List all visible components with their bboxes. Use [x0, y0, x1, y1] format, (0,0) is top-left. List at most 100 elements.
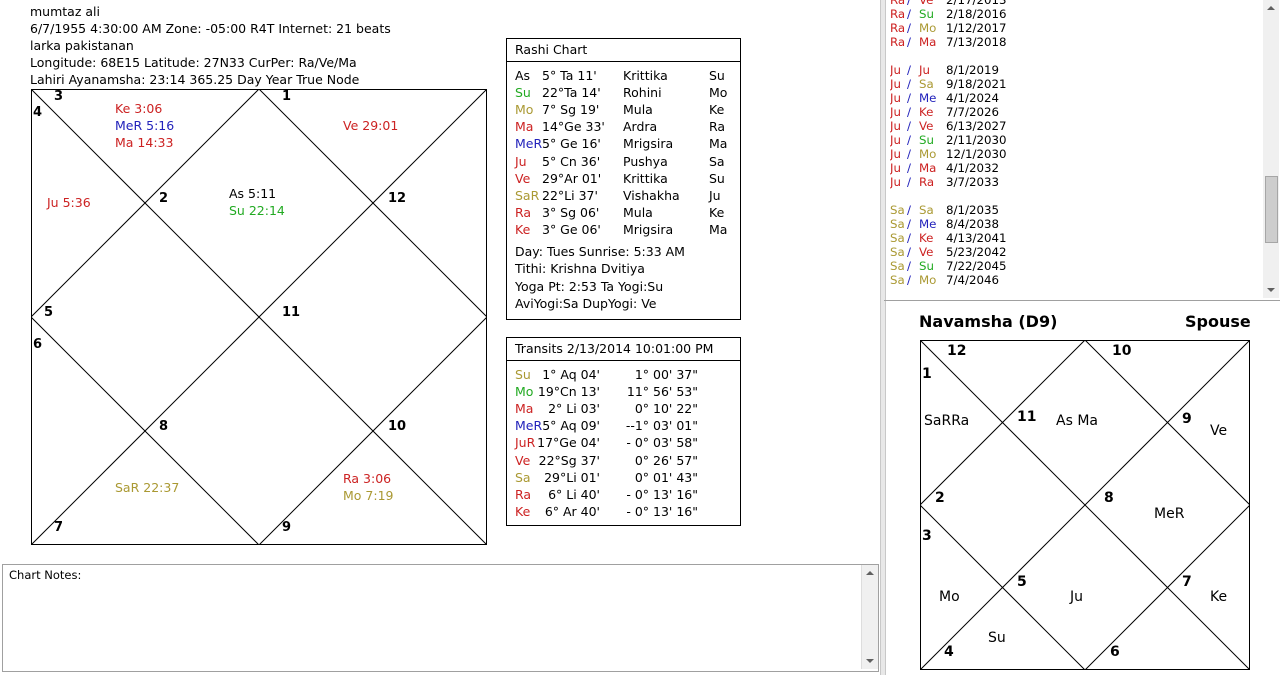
rashi-nakshatra: Mrigsira	[623, 136, 674, 152]
dasha-date: 8/1/2019	[946, 63, 999, 77]
planet-ra: Ra 3:06	[343, 471, 392, 486]
scroll-thumb[interactable]	[1265, 176, 1278, 243]
transit-planet: Ve	[515, 452, 531, 468]
transits-table: Transits 2/13/2014 10:01:00 PM Su 1° Aq 0…	[506, 337, 741, 526]
transit-planet: Su	[515, 367, 531, 382]
rashi-row: Ke 3° Ge 06' Mrigsira Ma	[515, 222, 735, 239]
dasha-lord: Ra	[890, 21, 906, 35]
rashi-planet: Ma	[515, 119, 534, 135]
dasha-scrollbar[interactable]	[1263, 0, 1279, 298]
transit-motion: --1° 03' 01"	[625, 418, 698, 434]
navamsha-house: 3	[922, 528, 932, 544]
dasha-separator: /	[907, 245, 911, 259]
rashi-planet: MeR	[515, 136, 543, 152]
dasha-sublord: Sa	[919, 203, 934, 217]
dasha-date: 5/23/2042	[946, 245, 1007, 259]
transit-degree: 22°Sg 37'	[538, 452, 600, 468]
transit-row: Ve 22°Sg 37' 0° 26' 57"	[515, 453, 735, 470]
avi-yogi: AviYogi:Sa DupYogi: Ve	[515, 296, 657, 311]
dasha-date: 2/17/2013	[946, 0, 1007, 7]
transit-degree: 6° Ar 40'	[544, 503, 600, 519]
dasha-sublord: Me	[919, 91, 937, 105]
native-name: mumtaz ali	[30, 4, 100, 19]
dasha-lord: Ra	[890, 35, 906, 49]
dasha-list[interactable]: Ra / Ve 2/17/2013 Ra / Su 2/18/2016 Ra / Mo 1/12/20…	[884, 0, 1280, 301]
planet-ke: Ke 3:06	[115, 101, 163, 116]
dasha-date: 1/12/2017	[946, 21, 1007, 35]
dasha-sublord: Sa	[919, 77, 934, 91]
rashi-nakshatra: Mula	[623, 204, 653, 220]
transit-degree: 1° Aq 04'	[542, 367, 600, 382]
dasha-date: 12/1/2030	[946, 147, 1007, 161]
ayanamsha: Lahiri Ayanamsha: 23:14 365.25 Day Year …	[30, 72, 360, 87]
rashi-house: 8	[159, 419, 169, 434]
rashi-planet: Mo	[515, 102, 534, 118]
rashi-planet: As	[515, 68, 531, 83]
transit-motion: - 0° 13' 16"	[626, 486, 698, 502]
dasha-date: 7/13/2018	[946, 35, 1007, 49]
transit-motion: - 0° 13' 16"	[626, 503, 698, 519]
transit-planet: Mo	[515, 384, 534, 400]
dasha-separator: /	[907, 0, 911, 7]
dasha-sublord: Ke	[919, 231, 934, 245]
dasha-date: 7/4/2046	[946, 273, 999, 287]
dasha-lord: Sa	[890, 259, 905, 273]
transit-motion: 0° 01' 43"	[634, 469, 698, 485]
dasha-separator: /	[907, 217, 911, 231]
rashi-degree: 3° Sg 06'	[542, 204, 600, 220]
scroll-down-icon[interactable]	[866, 659, 874, 663]
navamsha-title: Navamsha (D9)	[919, 312, 1058, 331]
birth-details: 6/7/1955 4:30:00 AM Zone: -05:00 R4T Int…	[30, 21, 391, 36]
transit-row: Mo 19°Cn 13' 11° 56' 53"	[515, 384, 735, 401]
planet-as: As 5:11	[229, 186, 277, 201]
transit-degree: 29°Li 01'	[544, 469, 600, 485]
rashi-house: 5	[44, 305, 54, 320]
rashi-house: 10	[388, 419, 407, 434]
rashi-planet: Ju	[515, 153, 527, 169]
scroll-up-icon[interactable]	[1267, 6, 1275, 10]
dasha-sublord: Ke	[919, 105, 934, 119]
dasha-lord: Ra	[890, 7, 906, 21]
dasha-sublord: Ju	[919, 63, 930, 77]
dasha-date: 4/13/2041	[946, 231, 1007, 245]
rashi-row: Ju 5° Cn 36' Pushya Sa	[515, 154, 735, 171]
transit-degree: 5° Aq 09'	[542, 418, 600, 434]
chart-notes-panel[interactable]: Chart Notes:	[2, 564, 879, 672]
planet-mo: Mo 7:19	[343, 488, 394, 503]
navamsha-house: 10	[1112, 343, 1132, 359]
planet-mer: MeR 5:16	[115, 118, 175, 133]
dasha-lord: Sa	[890, 203, 905, 217]
navamsha-planet: Ju	[1070, 589, 1084, 605]
chart-notes-label: Chart Notes:	[9, 568, 82, 582]
dasha-date: 6/13/2027	[946, 119, 1007, 133]
dasha-separator: /	[907, 273, 911, 287]
transit-motion: - 0° 03' 58"	[626, 435, 698, 451]
navamsha-house: 7	[1182, 574, 1192, 590]
rashi-chart[interactable]: 3 4 1 2 12 5 6 11 8 10 7 9 Ke 3:06 MeR 5…	[31, 89, 487, 545]
dasha-lord: Ju	[890, 147, 901, 161]
scroll-down-icon[interactable]	[1267, 288, 1275, 292]
dasha-date: 4/1/2032	[946, 161, 999, 175]
transit-row: Ra 6° Li 40' - 0° 13' 16"	[515, 487, 735, 504]
rashi-nakshatra-lord: Ju	[709, 187, 721, 203]
rashi-planet: Ke	[515, 221, 531, 237]
rashi-degree: 22°Li 37'	[542, 187, 598, 203]
navamsha-planet: Ve	[1210, 423, 1228, 439]
rashi-planet: Ra	[515, 204, 532, 220]
notes-scrollbar[interactable]	[861, 565, 878, 669]
rashi-table-title: Rashi Chart	[507, 39, 740, 62]
dasha-separator: /	[907, 7, 911, 21]
rashi-row: Mo 7° Sg 19' Mula Ke	[515, 102, 735, 119]
navamsha-house: 2	[935, 490, 945, 506]
dasha-rows: Ra / Ve 2/17/2013 Ra / Su 2/18/2016 Ra / Mo 1/12/20…	[890, 0, 1260, 289]
planet-ve: Ve 29:01	[343, 118, 399, 133]
scroll-up-icon[interactable]	[866, 571, 874, 575]
dasha-separator: /	[907, 91, 911, 105]
planet-ju: Ju 5:36	[47, 195, 91, 210]
navamsha-chart[interactable]: 12 10 1 11 9 2 8 3 5 7 4 6 SaRRa As Ma V…	[920, 340, 1250, 670]
dasha-separator: /	[907, 105, 911, 119]
transit-row: Ma 2° Li 03' 0° 10' 22"	[515, 401, 735, 418]
rashi-nakshatra: Pushya	[623, 153, 668, 169]
rashi-row: MeR 5° Ge 16' Mrigsira Ma	[515, 136, 735, 153]
yoga-point: Yoga Pt: 2:53 Ta Yogi:Su	[515, 279, 664, 294]
